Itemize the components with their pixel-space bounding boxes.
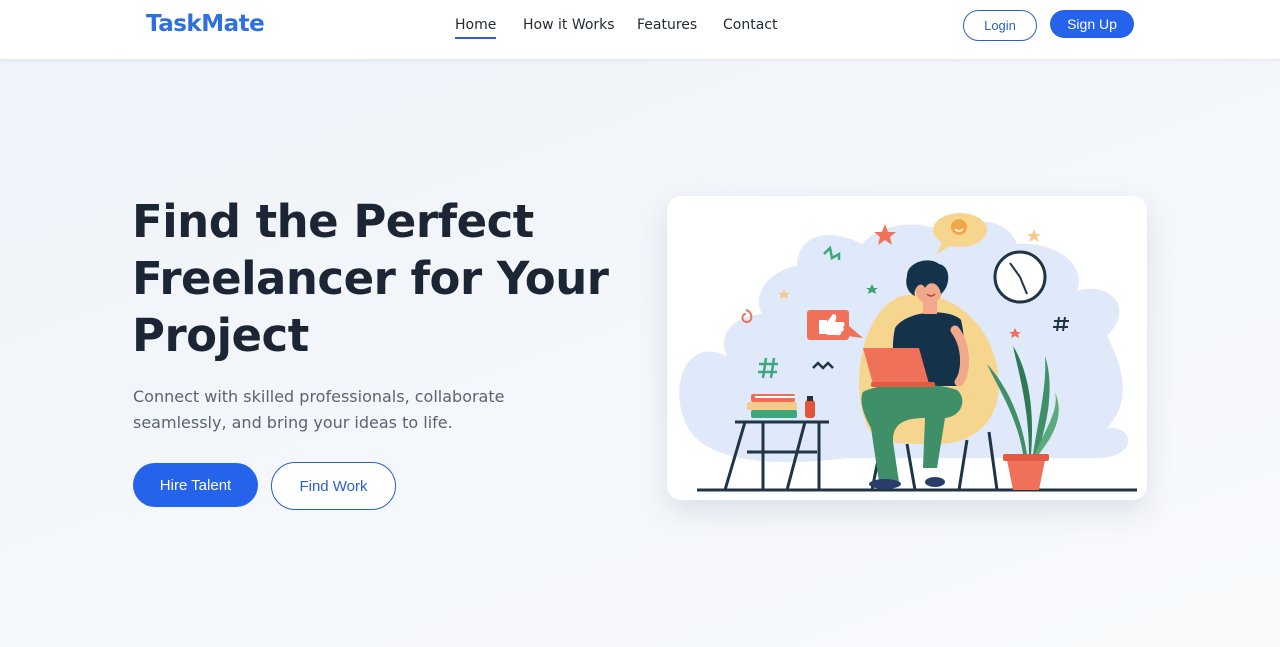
hero-subtitle: Connect with skilled professionals, coll… <box>133 384 553 436</box>
find-work-button[interactable]: Find Work <box>271 462 396 510</box>
nav-link-how-it-works[interactable]: How it Works <box>523 17 615 33</box>
nav-link-features[interactable]: Features <box>637 17 697 33</box>
hero-title-line: Project <box>132 309 309 362</box>
hero-title: Find the Perfect Freelancer for Your Pro… <box>132 193 632 364</box>
hero-subtitle-line: seamlessly, and bring your ideas to life… <box>133 413 453 432</box>
hire-talent-button[interactable]: Hire Talent <box>133 463 258 507</box>
nav-link-contact[interactable]: Contact <box>723 17 777 33</box>
clock-icon <box>993 250 1047 304</box>
signup-button[interactable]: Sign Up <box>1050 10 1134 38</box>
navbar: TaskMate Home How it Works Features Cont… <box>0 0 1280 59</box>
person-with-laptop-icon <box>679 213 1137 492</box>
login-button[interactable]: Login <box>963 10 1037 41</box>
hero-title-line: Find the Perfect <box>132 195 534 248</box>
hero-illustration <box>667 196 1147 500</box>
hero-title-line: Freelancer for Your <box>132 252 609 305</box>
nav-link-home[interactable]: Home <box>455 17 497 39</box>
brand-logo[interactable]: TaskMate <box>146 11 265 37</box>
hero-subtitle-line: Connect with skilled professionals, coll… <box>133 387 505 406</box>
